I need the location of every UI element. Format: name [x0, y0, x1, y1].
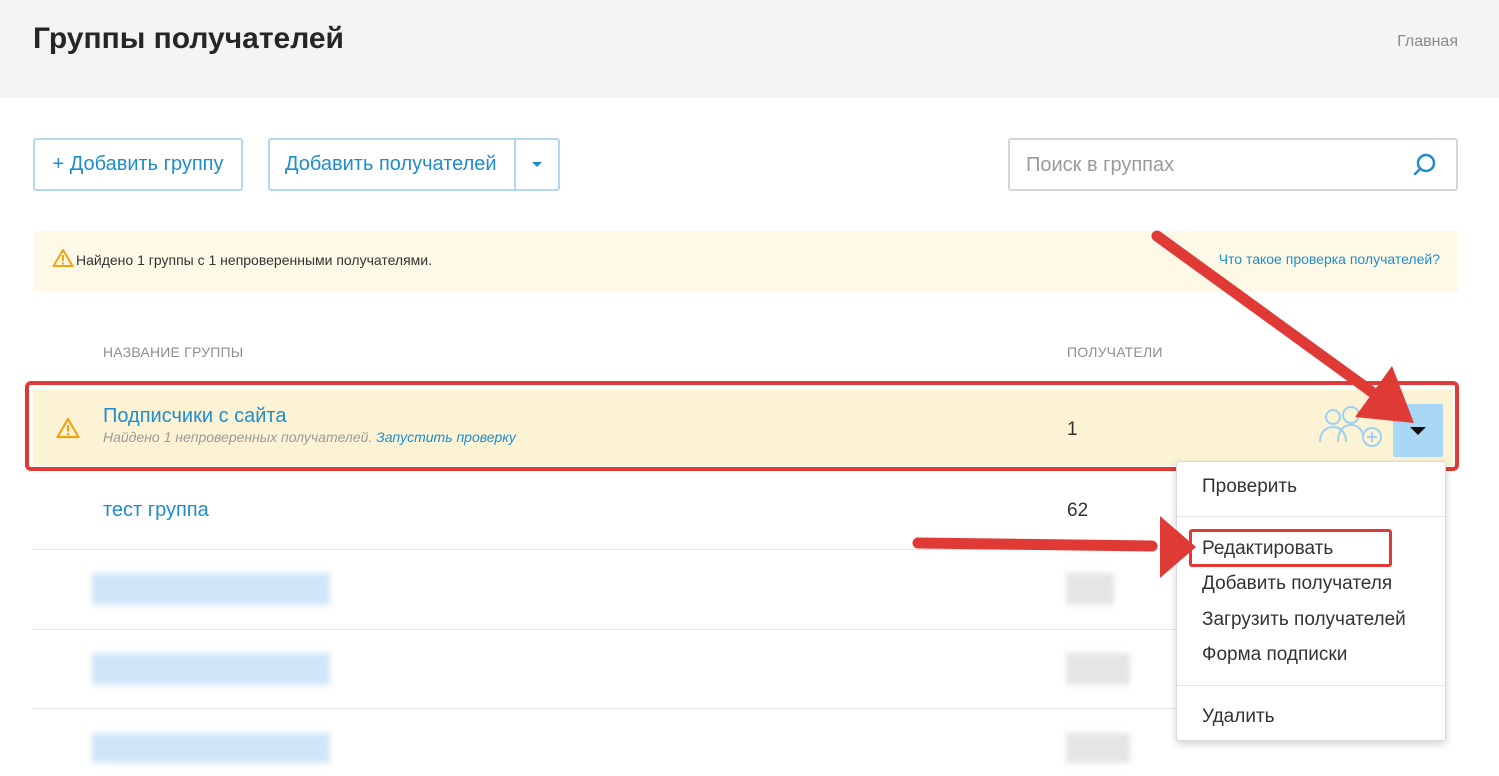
alert-text: Найдено 1 группы с 1 непроверенными полу… [76, 252, 433, 268]
column-header-name: НАЗВАНИЕ ГРУППЫ [103, 344, 244, 360]
menu-item-subscribe-form[interactable]: Форма подписки [1202, 644, 1347, 666]
blurred-group-name [92, 653, 330, 685]
menu-item-delete[interactable]: Удалить [1202, 706, 1275, 728]
search-icon [1413, 153, 1436, 175]
add-recipients-dropdown-toggle[interactable] [514, 140, 558, 189]
blurred-count [1066, 653, 1130, 685]
page-title: Группы получателей [33, 22, 344, 55]
blurred-count [1066, 573, 1114, 605]
group-name-link[interactable]: тест группа [103, 499, 209, 522]
verification-help-link[interactable]: Что такое проверка получателей? [1219, 251, 1440, 267]
blurred-group-name [92, 573, 330, 605]
annotation-highlight-row [25, 381, 1459, 471]
annotation-highlight-edit [1189, 529, 1392, 567]
add-recipients-label: Добавить получателей [285, 153, 497, 175]
row-divider [33, 708, 1176, 709]
row-divider [33, 629, 1176, 630]
chevron-down-icon [532, 162, 542, 167]
blurred-group-name [92, 733, 330, 763]
search-button[interactable] [1394, 140, 1456, 189]
group-search [1008, 138, 1458, 191]
warning-icon [52, 249, 74, 267]
menu-item-verify[interactable]: Проверить [1202, 476, 1297, 498]
annotation-arrow [912, 537, 1158, 552]
menu-divider [1177, 516, 1445, 517]
menu-item-upload-recipients[interactable]: Загрузить получателей [1202, 609, 1406, 631]
breadcrumb-home[interactable]: Главная [1397, 33, 1458, 51]
menu-item-add-recipient[interactable]: Добавить получателя [1202, 573, 1392, 595]
recipients-count: 62 [1067, 500, 1089, 521]
add-recipients-button[interactable]: Добавить получателей [268, 138, 560, 191]
unverified-alert: Найдено 1 группы с 1 непроверенными полу… [33, 231, 1458, 291]
row-actions-menu: Проверить Редактировать Добавить получат… [1176, 461, 1446, 741]
search-input[interactable] [1010, 140, 1408, 191]
menu-divider [1177, 685, 1445, 686]
add-group-button[interactable]: + Добавить группу [33, 138, 243, 191]
row-divider [33, 549, 1176, 550]
column-header-recipients: ПОЛУЧАТЕЛИ [1067, 344, 1163, 360]
blurred-count [1066, 733, 1130, 763]
page-header: Группы получателей Главная [0, 0, 1499, 98]
